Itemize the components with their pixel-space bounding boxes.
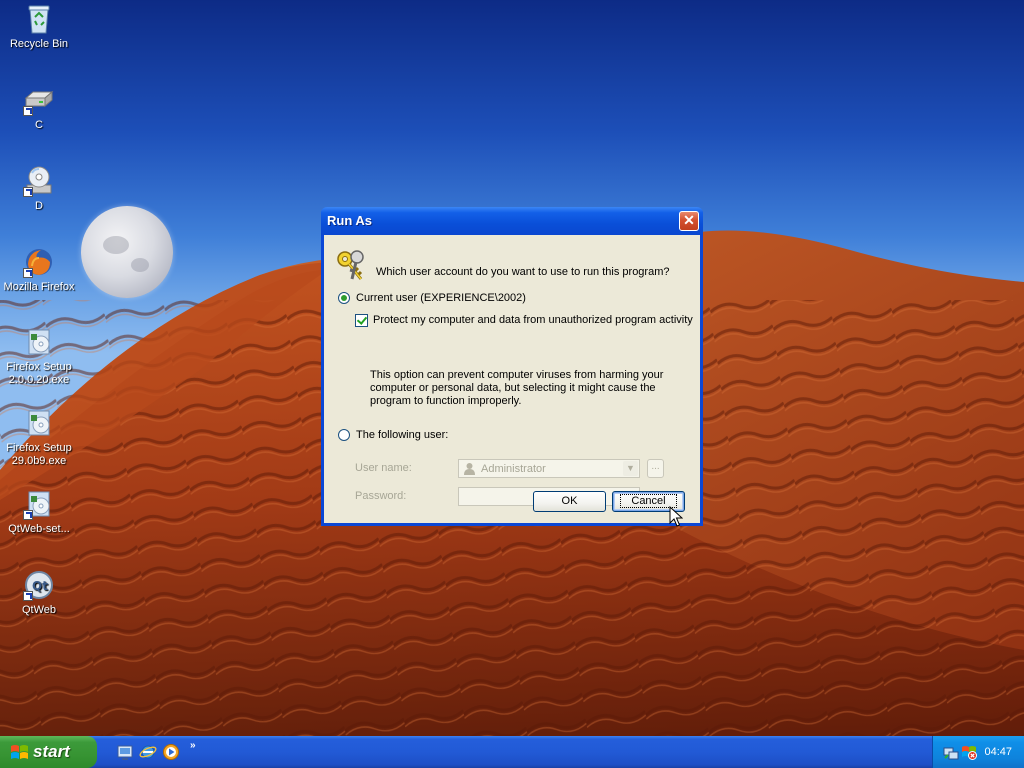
desktop-icon-label: Firefox Setup 29.0b9.exe xyxy=(6,442,72,467)
shortcut-arrow-icon xyxy=(23,187,33,197)
installer-icon xyxy=(23,488,55,520)
qtweb-icon: Qt xyxy=(23,569,55,601)
desktop-icon-qtweb-setup[interactable]: QtWeb-set... xyxy=(1,488,77,536)
start-label: start xyxy=(33,742,70,761)
media-player-icon[interactable] xyxy=(162,743,180,761)
internet-explorer-icon[interactable] xyxy=(139,743,157,761)
clock[interactable]: 04:47 xyxy=(984,746,1012,758)
shortcut-arrow-icon xyxy=(23,510,33,520)
desktop-icon-label: Recycle Bin xyxy=(9,38,69,50)
shortcut-arrow-icon xyxy=(23,591,33,601)
desktop-icon-qtweb[interactable]: Qt QtWeb xyxy=(1,569,77,617)
desktop-icon-drive-c[interactable]: C xyxy=(1,84,77,132)
drive-c-icon xyxy=(23,84,55,116)
taskbar: start » 04:47 xyxy=(0,736,1024,768)
dialog-title-bar[interactable]: Run As ✕ xyxy=(321,207,703,235)
desktop-icon-label: D xyxy=(35,200,43,212)
mouse-cursor-icon xyxy=(669,506,683,527)
following-user-radio[interactable] xyxy=(338,429,350,441)
cancel-button-label: Cancel xyxy=(620,494,677,508)
installer-icon xyxy=(23,326,55,358)
desktop-icon-mozilla-firefox[interactable]: Mozilla Firefox xyxy=(1,246,77,294)
dialog-body: Which user account do you want to use to… xyxy=(324,235,700,523)
system-tray: 04:47 xyxy=(932,736,1024,768)
desktop-icon-recycle-bin[interactable]: Recycle Bin xyxy=(1,3,77,51)
current-user-radio[interactable] xyxy=(338,292,350,304)
firefox-icon xyxy=(23,246,55,278)
desktop-icon-label: Firefox Setup 2.0.0.20.exe xyxy=(6,361,72,386)
desktop-icon-label: QtWeb xyxy=(21,604,57,616)
current-user-label[interactable]: Current user (EXPERIENCE\2002) xyxy=(356,292,526,304)
ok-button[interactable]: OK xyxy=(533,491,606,512)
quick-launch-overflow-button[interactable]: » xyxy=(190,740,196,751)
following-user-label[interactable]: The following user: xyxy=(356,429,448,441)
protect-checkbox[interactable] xyxy=(355,314,368,327)
keys-icon xyxy=(337,250,364,280)
desktop-icon-firefox-setup-29[interactable]: Firefox Setup 29.0b9.exe xyxy=(1,407,77,468)
desktop-icon-label: C xyxy=(35,119,43,131)
username-value: Administrator xyxy=(481,463,546,475)
user-icon xyxy=(464,463,475,475)
protect-label[interactable]: Protect my computer and data from unauth… xyxy=(373,314,693,326)
browse-button[interactable]: ... xyxy=(647,459,664,478)
desktop-icon-label: Mozilla Firefox xyxy=(3,281,75,293)
chevron-down-icon[interactable]: ▼ xyxy=(623,461,638,476)
cd-drive-icon xyxy=(23,165,55,197)
shortcut-arrow-icon xyxy=(23,106,33,116)
svg-text:Qt: Qt xyxy=(32,579,48,593)
desktop-icon-firefox-setup-2[interactable]: Firefox Setup 2.0.0.20.exe xyxy=(1,326,77,387)
username-combobox[interactable]: Administrator ▼ xyxy=(458,459,640,478)
run-as-dialog: Run As ✕ Which user account do you want … xyxy=(321,207,703,526)
protect-description: This option can prevent computer viruses… xyxy=(370,369,664,407)
show-desktop-icon[interactable] xyxy=(116,743,134,761)
desktop-icon-drive-d[interactable]: D xyxy=(1,165,77,213)
ok-button-label: OK xyxy=(561,495,578,507)
question-text: Which user account do you want to use to… xyxy=(376,266,670,278)
password-label: Password: xyxy=(355,490,407,502)
network-icon[interactable] xyxy=(943,744,959,760)
close-button[interactable]: ✕ xyxy=(679,211,699,231)
installer-icon xyxy=(23,407,55,439)
start-button[interactable]: start xyxy=(0,736,97,768)
dialog-title: Run As xyxy=(327,213,373,228)
moon xyxy=(81,206,173,298)
desktop-icon-label: QtWeb-set... xyxy=(8,523,70,535)
windows-logo-icon xyxy=(11,745,28,759)
security-alert-icon[interactable] xyxy=(961,744,977,760)
shortcut-arrow-icon xyxy=(23,268,33,278)
username-label: User name: xyxy=(355,462,412,474)
recycle-bin-icon xyxy=(23,3,55,35)
